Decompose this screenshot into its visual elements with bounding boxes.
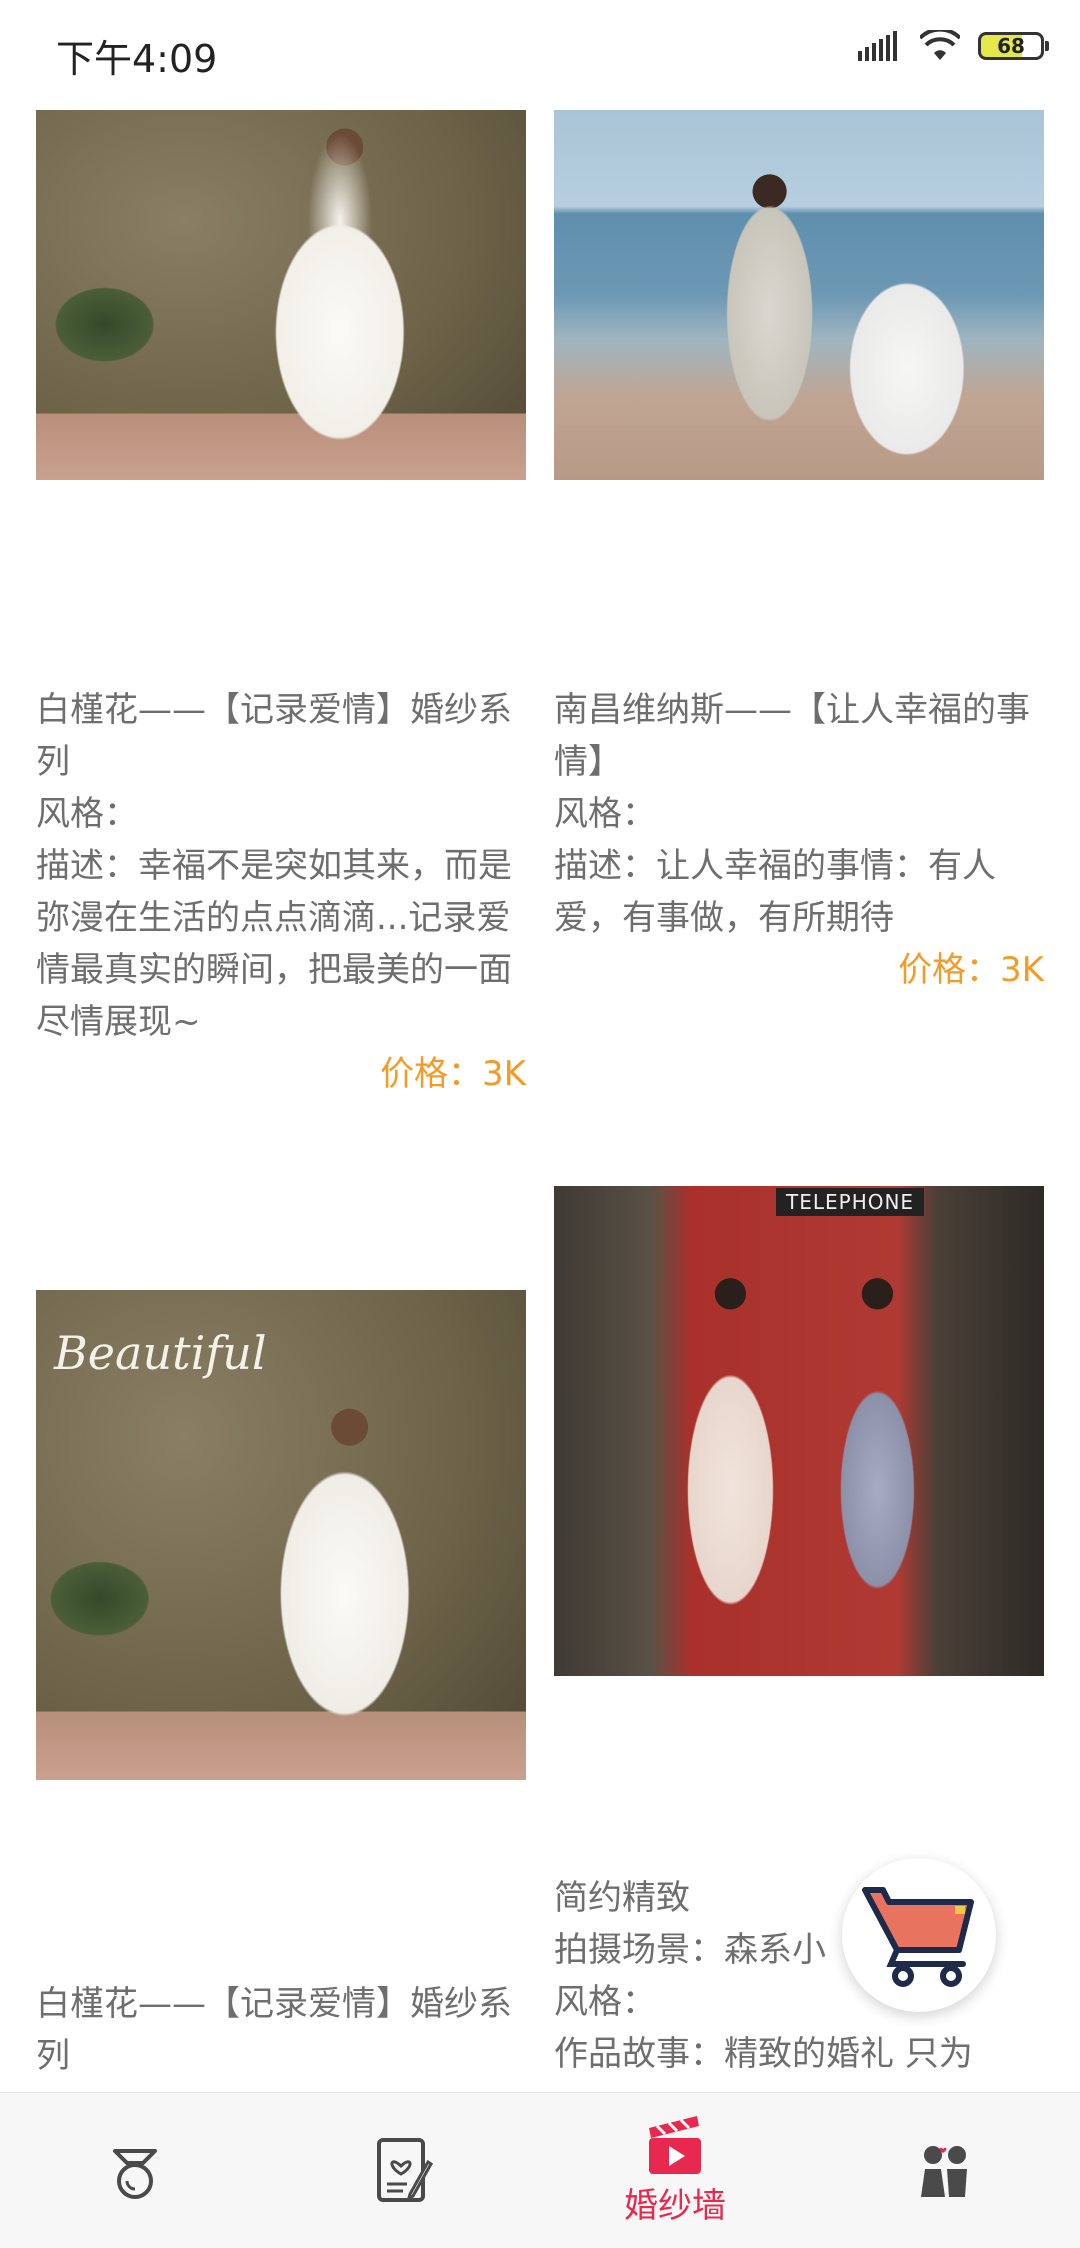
tab-couple[interactable]	[810, 2093, 1080, 2248]
battery-indicator: 68	[978, 32, 1049, 60]
work-card[interactable]: 南昌维纳斯——【让人幸福的事情】 风格： 描述：让人幸福的事情：有人爱，有事做，…	[554, 110, 1044, 1010]
video-clapper-icon	[649, 2116, 701, 2174]
work-photo[interactable]: TELEPHONE	[554, 1186, 1044, 1676]
work-price: 价格：3K	[898, 950, 1044, 990]
work-price: 价格：3K	[380, 1054, 526, 1094]
work-description: 描述：幸福不是突如其来，而是弥漫在生活的点点滴滴...记录爱情最真实的瞬间，把最…	[36, 846, 512, 1042]
notebook-heart-icon	[377, 2137, 433, 2202]
status-bar: 下午4:09 68	[0, 0, 1080, 104]
bottom-tabbar: 婚纱墙	[0, 2092, 1080, 2248]
tab-wedding-wall[interactable]: 婚纱墙	[540, 2093, 810, 2248]
work-description: 描述：让人幸福的事情：有人爱，有事做，有所期待	[554, 846, 996, 938]
couple-icon	[921, 2145, 967, 2197]
work-card[interactable]: Beautiful 白槿花——【记录爱情】婚纱系列	[36, 1290, 526, 2092]
card-text: 白槿花——【记录爱情】婚纱系列 风格： 描述：幸福不是突如其来，而是弥漫在生活的…	[36, 684, 526, 1100]
work-style: 风格：	[554, 794, 656, 834]
wedding-feed[interactable]: 白槿花——【记录爱情】婚纱系列 风格： 描述：幸福不是突如其来，而是弥漫在生活的…	[0, 104, 1080, 2092]
work-photo[interactable]: Beautiful	[36, 1290, 526, 1780]
photo-watermark-text: Beautiful	[54, 1326, 267, 1380]
work-title: 南昌维纳斯——【让人幸福的事情】	[554, 690, 1030, 782]
shopping-cart-icon	[862, 1887, 974, 1987]
work-photo[interactable]	[554, 110, 1044, 480]
work-photo[interactable]	[36, 110, 526, 480]
signal-icon	[858, 31, 897, 61]
ring-icon	[113, 2148, 157, 2199]
photo-sign-text: TELEPHONE	[776, 1188, 925, 1216]
tab-ring[interactable]	[0, 2093, 270, 2248]
tab-wedding-wall-label: 婚纱墙	[624, 2186, 726, 2226]
work-story: 作品故事：精致的婚礼 只为	[554, 2034, 973, 2074]
tab-notebook[interactable]	[270, 2093, 540, 2248]
work-style: 风格：	[36, 794, 138, 834]
work-card[interactable]: 白槿花——【记录爱情】婚纱系列 风格： 描述：幸福不是突如其来，而是弥漫在生活的…	[36, 110, 526, 1110]
cart-button[interactable]	[842, 1858, 996, 2012]
work-title: 白槿花——【记录爱情】婚纱系列	[36, 690, 512, 782]
work-title: 白槿花——【记录爱情】婚纱系列	[36, 1984, 512, 2076]
wifi-icon	[920, 30, 960, 60]
card-text: 南昌维纳斯——【让人幸福的事情】 风格： 描述：让人幸福的事情：有人爱，有事做，…	[554, 684, 1044, 996]
status-time: 下午4:09	[56, 37, 218, 81]
card-text: 白槿花——【记录爱情】婚纱系列	[36, 1978, 526, 2082]
battery-level: 68	[997, 34, 1025, 58]
status-icons: 68	[858, 30, 1049, 62]
